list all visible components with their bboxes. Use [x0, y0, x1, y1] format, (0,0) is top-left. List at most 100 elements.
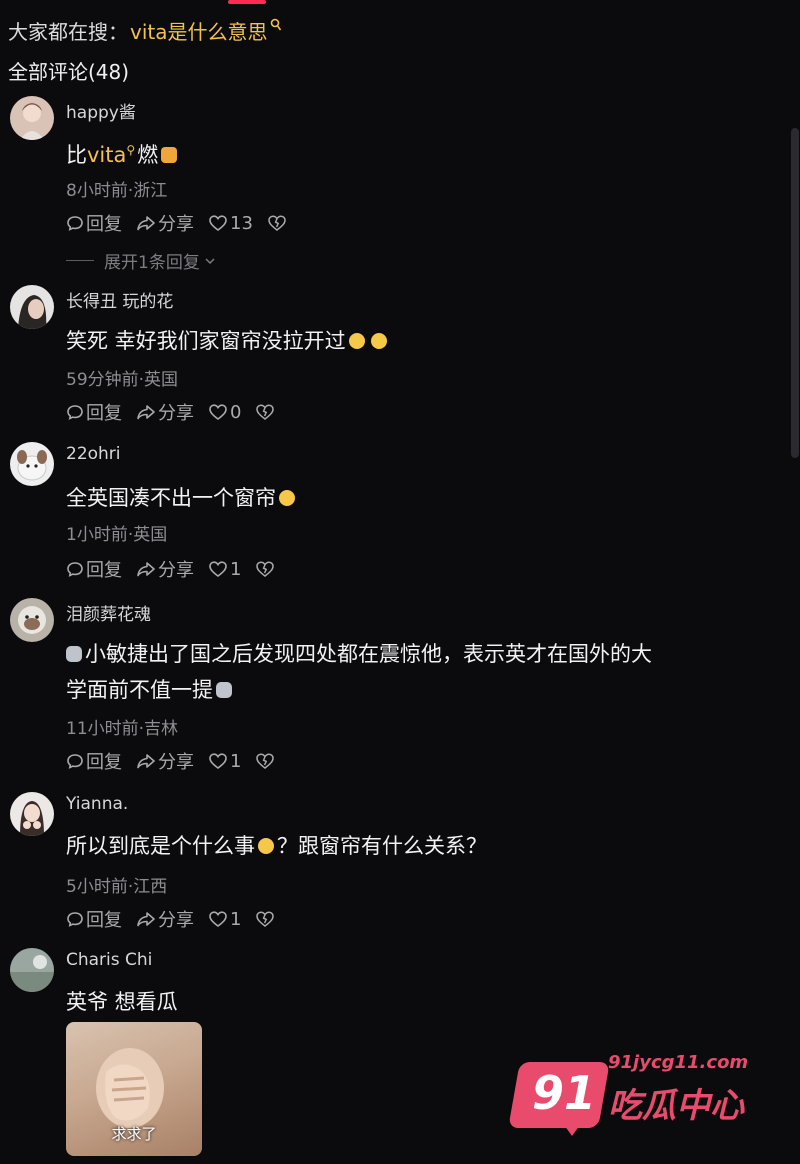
trending-search-bar[interactable]: 大家都在搜： vita是什么意思 [8, 16, 282, 45]
like-button[interactable]: 0 [208, 402, 241, 423]
reply-button[interactable]: 回复 [66, 906, 122, 932]
comment-time-location: 11小时前·吉林 [66, 719, 179, 739]
comment-username[interactable]: Yianna. [66, 794, 128, 814]
heart-icon [209, 215, 227, 232]
cat-face-emoji [216, 682, 232, 698]
broken-heart-icon [268, 215, 286, 231]
share-label: 分享 [158, 752, 194, 773]
comment-username[interactable]: 22ohri [66, 444, 121, 464]
share-button[interactable]: 分享 [136, 210, 194, 236]
comment-item: happy酱 比vita⚲燃 8小时前·浙江 回复 分享 13 展开1条回复 [10, 96, 770, 276]
reply-icon [67, 405, 83, 420]
share-button[interactable]: 分享 [136, 748, 194, 774]
comment-item: 长得丑 玩的花 笑死 幸好我们家窗帘没拉开过 59分钟前·英国 回复 分享 0 [10, 285, 770, 435]
comment-text: 比vita⚲燃 [66, 132, 766, 173]
share-button[interactable]: 分享 [136, 399, 194, 425]
avatar[interactable] [10, 948, 54, 992]
avatar[interactable] [10, 96, 54, 140]
comment-item: 22ohri 全英国凑不出一个窗帘 1小时前·英国 回复 分享 1 [10, 442, 770, 592]
share-icon [137, 912, 155, 927]
like-count: 1 [230, 908, 242, 930]
reply-label: 回复 [86, 910, 122, 931]
avatar[interactable] [10, 285, 54, 329]
comment-actions: 回复 分享 1 [66, 748, 291, 774]
comment-actions: 回复 分享 1 [66, 556, 291, 582]
reply-button[interactable]: 回复 [66, 399, 122, 425]
reply-label: 回复 [86, 403, 122, 424]
comment-text: 笑死 幸好我们家窗帘没拉开过 [66, 323, 766, 359]
comment-time-location: 1小时前·英国 [66, 525, 168, 545]
expand-replies-label: 展开1条回复 [104, 253, 200, 273]
share-label: 分享 [158, 214, 194, 235]
like-count: 1 [230, 558, 242, 580]
comment-text-part: 燃 [137, 143, 159, 167]
dislike-button[interactable] [255, 403, 277, 421]
reply-button[interactable]: 回复 [66, 556, 122, 582]
comment-username[interactable]: Charis Chi [66, 950, 152, 970]
comment-text: 全英国凑不出一个窗帘 [66, 480, 766, 516]
share-icon [137, 562, 155, 577]
like-count: 1 [230, 750, 242, 772]
comment-username[interactable]: 泪颜葬花魂 [66, 600, 151, 625]
active-tab-indicator [228, 0, 266, 4]
watermark-name: 吃瓜中心 [608, 1086, 744, 1126]
keyword-search-icon: ⚲ [126, 143, 136, 157]
search-keyword-link[interactable]: vita [87, 143, 126, 167]
reply-button[interactable]: 回复 [66, 210, 122, 236]
watermark-url: 91jycg11.com [608, 1052, 749, 1073]
comment-image-thumbnail[interactable]: 求求了 [66, 1022, 202, 1156]
search-icon [270, 18, 282, 36]
watermark-number: 91 [532, 1066, 597, 1120]
comment-text-part: 英爷 想看瓜 [66, 990, 178, 1014]
share-button[interactable]: 分享 [136, 906, 194, 932]
comment-time-location: 59分钟前·英国 [66, 370, 179, 390]
dislike-button[interactable] [255, 560, 277, 578]
expand-replies-button[interactable]: 展开1条回复 [66, 248, 217, 273]
broken-heart-icon [256, 753, 275, 769]
comment-actions: 回复 分享 13 [66, 210, 303, 236]
comment-text: 小敏捷出了国之后发现四处都在震惊他，表示英才在国外的大 学面前不值一提 [66, 636, 766, 708]
comment-username[interactable]: 长得丑 玩的花 [66, 287, 173, 312]
comment-username[interactable]: happy酱 [66, 98, 136, 123]
dislike-button[interactable] [255, 752, 277, 770]
chevron-down-icon [205, 257, 215, 264]
comment-text-part: 学面前不值一提 [66, 678, 213, 702]
comment-actions: 回复 分享 0 [66, 399, 291, 425]
avatar[interactable] [10, 442, 54, 486]
smiling-face-emoji [258, 838, 274, 854]
like-count: 13 [230, 212, 253, 234]
like-button[interactable]: 1 [208, 559, 241, 580]
avatar[interactable] [10, 598, 54, 642]
divider-line [66, 260, 94, 261]
comment-text-part: 全英国凑不出一个窗帘 [66, 486, 276, 510]
watermark-badge-tail [562, 1122, 582, 1136]
broken-heart-icon [256, 911, 275, 927]
like-button[interactable]: 1 [208, 909, 241, 930]
like-button[interactable]: 13 [208, 213, 253, 234]
thumbs-up-emoji [161, 147, 178, 163]
scrollbar-thumb[interactable] [791, 128, 799, 458]
broken-heart-icon [256, 404, 275, 420]
avatar[interactable] [10, 792, 54, 836]
like-button[interactable]: 1 [208, 751, 241, 772]
dislike-button[interactable] [267, 214, 289, 232]
crying-face-emoji [370, 333, 387, 349]
image-caption: 求求了 [111, 1125, 157, 1143]
share-label: 分享 [158, 403, 194, 424]
share-button[interactable]: 分享 [136, 556, 194, 582]
reply-label: 回复 [86, 214, 122, 235]
share-label: 分享 [158, 910, 194, 931]
comments-count-title: 全部评论(48) [8, 60, 130, 84]
search-term-link[interactable]: vita是什么意思 [130, 16, 268, 45]
dislike-button[interactable] [255, 910, 277, 928]
comment-text-part: 笑死 幸好我们家窗帘没拉开过 [66, 329, 346, 353]
comment-actions: 回复 分享 1 [66, 906, 291, 932]
share-icon [137, 754, 155, 769]
comment-text: 所以到底是个什么事 ？跟窗帘有什么关系？ [66, 828, 766, 864]
cat-face-emoji [66, 646, 82, 662]
reply-button[interactable]: 回复 [66, 748, 122, 774]
broken-heart-icon [256, 561, 275, 577]
reply-icon [67, 912, 83, 927]
share-icon [137, 405, 155, 420]
heart-icon [209, 404, 227, 421]
